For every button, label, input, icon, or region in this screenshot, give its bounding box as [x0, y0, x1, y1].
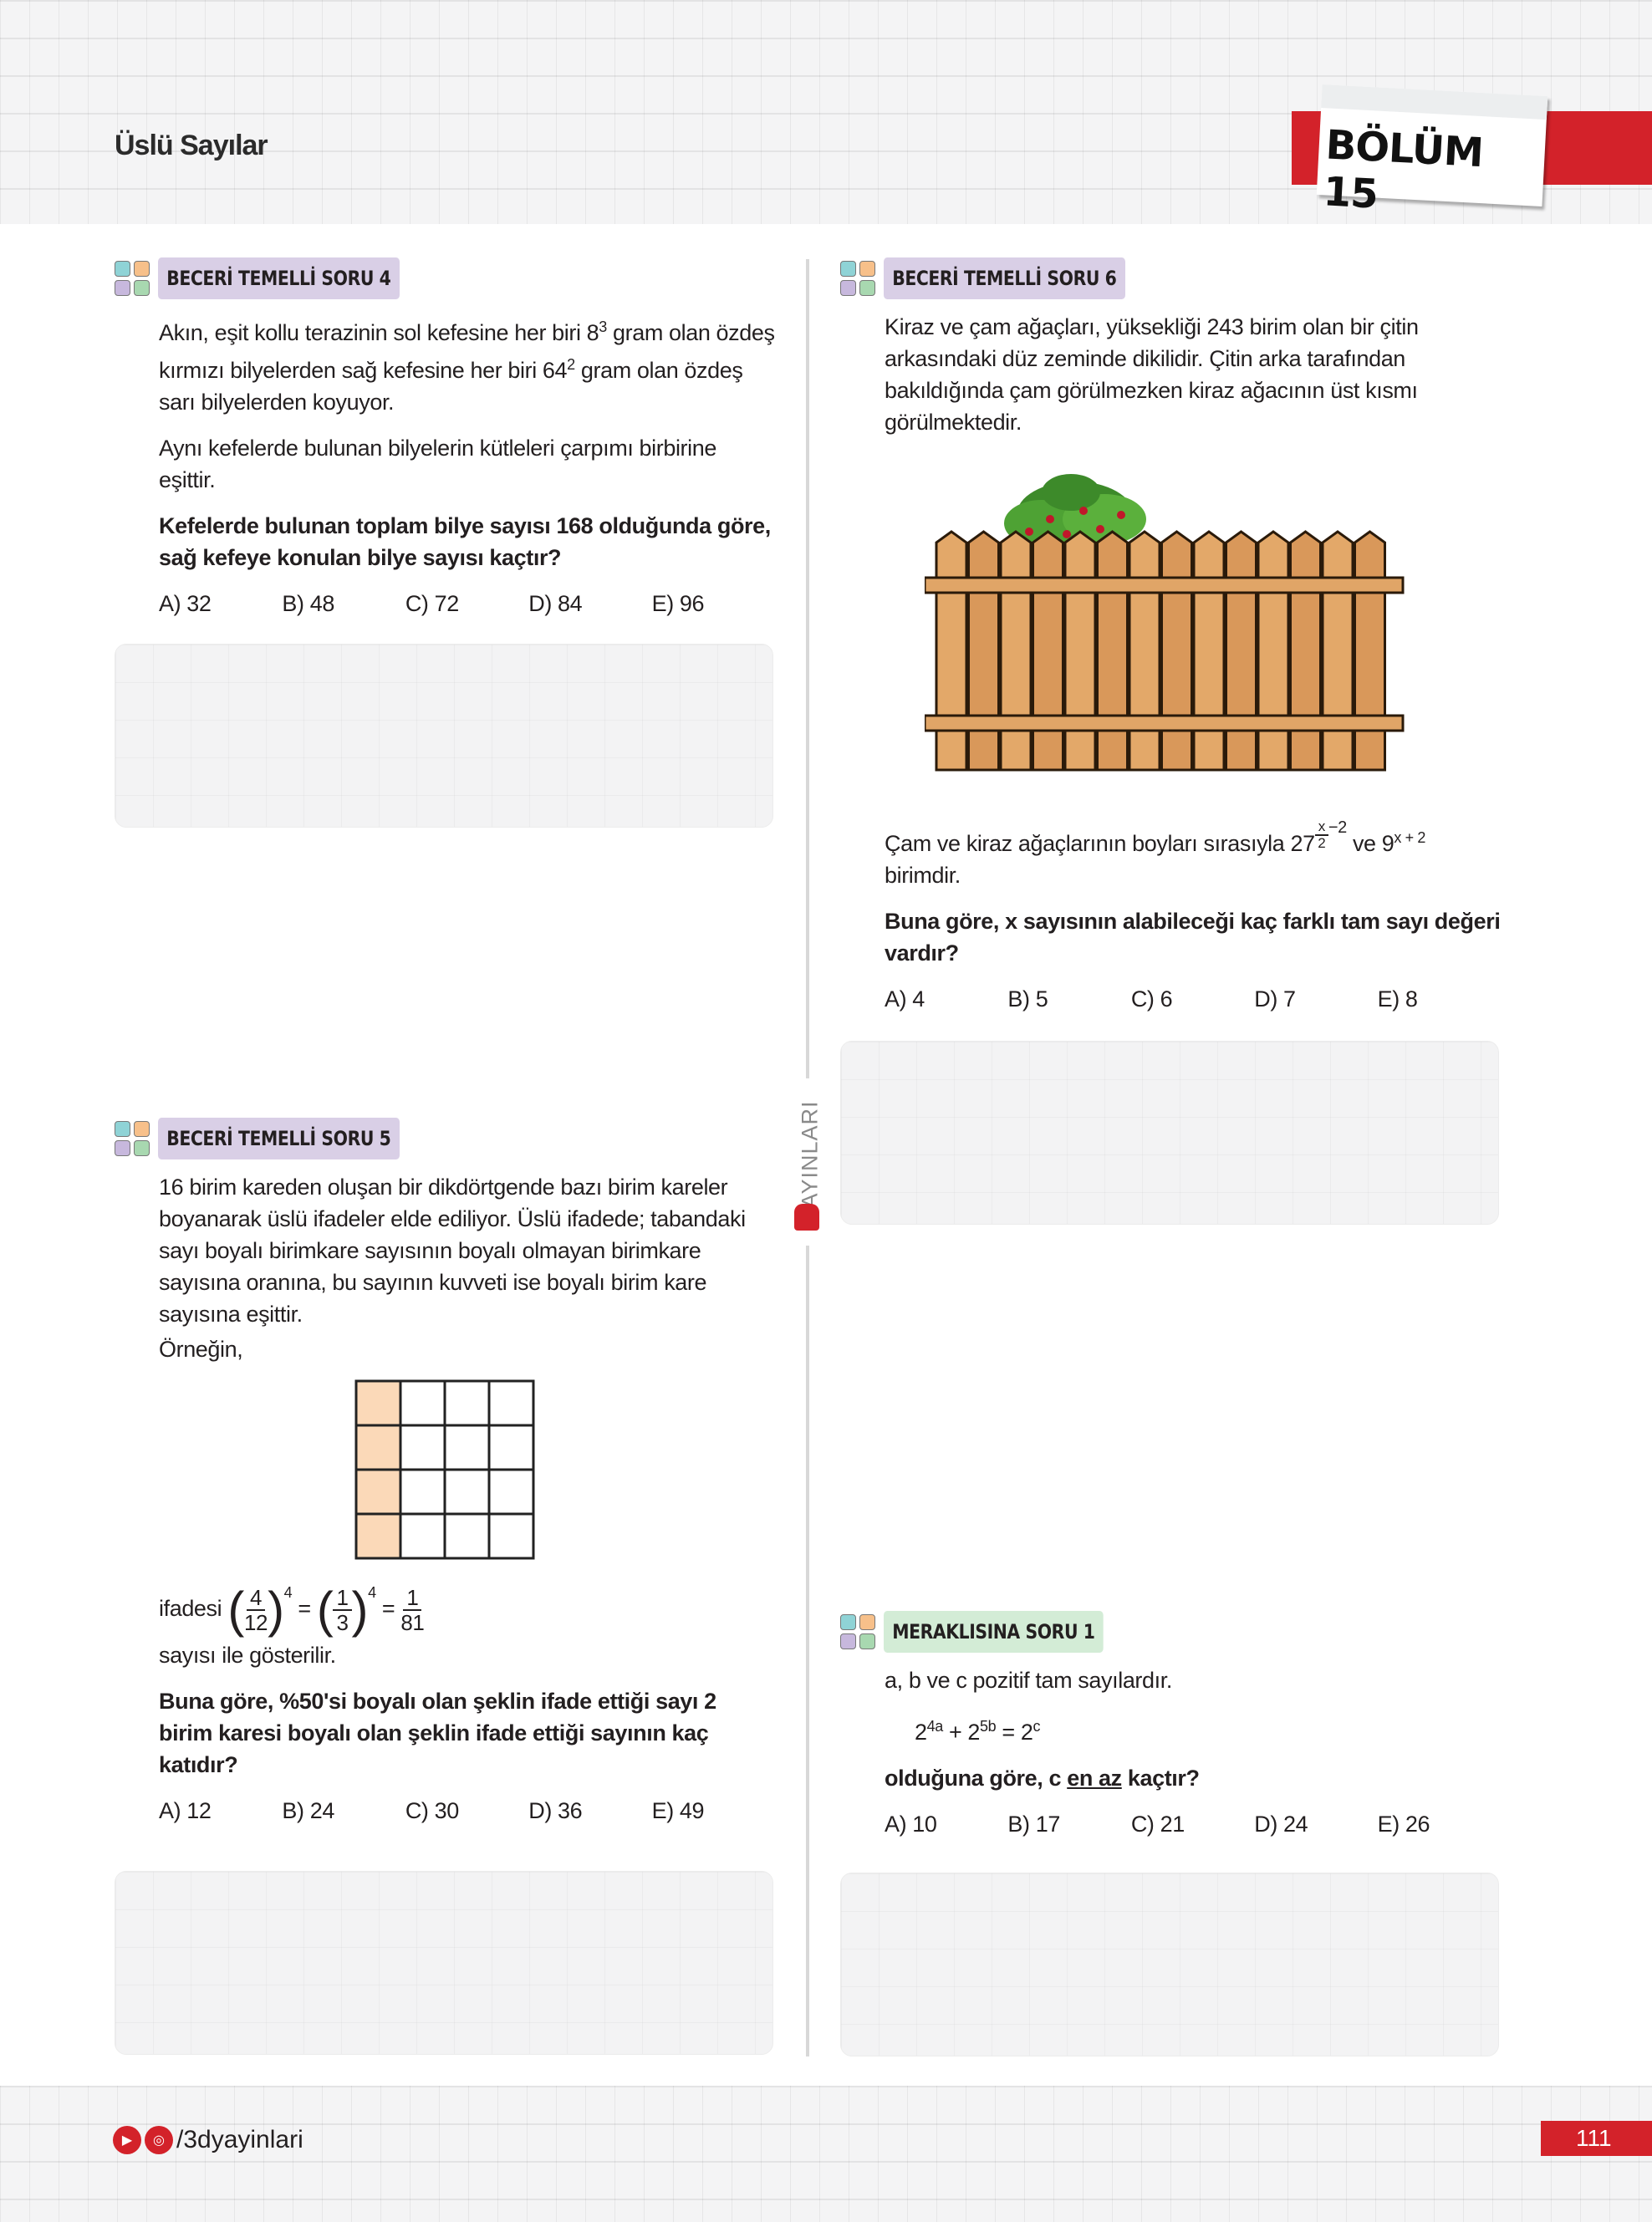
chapter-card: BÖLÜM 15 — [1316, 84, 1548, 218]
question-prompt: olduğuna göre, c en az kaçtır? — [885, 1766, 1200, 1791]
fence-plank — [1289, 530, 1322, 772]
grid-cell — [399, 1468, 446, 1516]
scratch-area[interactable] — [840, 1873, 1499, 2056]
answer-option[interactable]: E) 96 — [652, 588, 775, 619]
fence-plank — [1354, 530, 1386, 772]
question-text: Örneğin, — [159, 1337, 243, 1362]
social-handle[interactable]: ▶ ◎ /3dyayinlari — [113, 2126, 303, 2154]
shaded-cell — [354, 1424, 402, 1471]
question-label: BECERİ TEMELLİ SORU 4 — [158, 257, 400, 299]
question-text: Çam ve kiraz ağaçlarının boyları sırasıy… — [885, 818, 1425, 888]
answer-option[interactable]: B) 17 — [1007, 1808, 1130, 1840]
question-meraklisina-1: MERAKLISINA SORU 1 a, b ve c pozitif tam… — [840, 1611, 1501, 1840]
answer-option[interactable]: E) 26 — [1378, 1808, 1501, 1840]
question-text: Aynı kefelerde bulunan bilyelerin kütlel… — [159, 436, 716, 492]
answer-options: A) 10 B) 17 C) 21 D) 24 E) 26 — [885, 1808, 1501, 1840]
answer-option[interactable]: C) 21 — [1131, 1808, 1254, 1840]
question-text: sayısı ile gösterilir. — [159, 1642, 336, 1668]
grid-icon — [115, 1121, 150, 1156]
grid-cell — [443, 1424, 491, 1471]
shaded-cell — [354, 1379, 402, 1427]
answer-option[interactable]: A) 4 — [885, 983, 1007, 1015]
answer-option[interactable]: A) 10 — [885, 1808, 1007, 1840]
grid-icon — [115, 261, 150, 296]
example-grid — [354, 1379, 535, 1560]
shaded-cell — [354, 1512, 402, 1560]
fence-plank — [1192, 530, 1226, 772]
answer-option[interactable]: C) 72 — [405, 588, 528, 619]
scratch-area[interactable] — [115, 1871, 773, 2055]
question-prompt: Buna göre, %50'si boyalı olan şeklin ifa… — [159, 1688, 716, 1777]
fence-plank — [967, 530, 1000, 772]
answer-option[interactable]: B) 5 — [1007, 983, 1130, 1015]
scratch-area[interactable] — [840, 1041, 1499, 1225]
youtube-icon[interactable]: ▶ — [113, 2126, 141, 2154]
answer-options: A) 32 B) 48 C) 72 D) 84 E) 96 — [159, 588, 775, 619]
fence-plank — [999, 530, 1032, 772]
equation: 24a + 25b = 2c — [915, 1718, 1041, 1745]
grid-cell — [399, 1424, 446, 1471]
grid-cell — [399, 1512, 446, 1560]
publisher-logo-icon — [794, 1204, 819, 1231]
fence-plank — [1032, 530, 1064, 772]
answer-option[interactable]: B) 24 — [282, 1795, 405, 1827]
grid-cell — [487, 1468, 535, 1516]
publisher-mark: YAYINLARI — [788, 1078, 829, 1246]
fence-plank — [1321, 530, 1354, 772]
fence-plank — [1257, 530, 1290, 772]
answer-option[interactable]: E) 8 — [1378, 983, 1501, 1015]
grid-cell — [443, 1468, 491, 1516]
publisher-text: YAYINLARI — [797, 1100, 823, 1223]
grid-cell — [443, 1512, 491, 1560]
answer-option[interactable]: D) 36 — [528, 1795, 651, 1827]
answer-option[interactable]: B) 48 — [282, 588, 405, 619]
question-label: BECERİ TEMELLİ SORU 6 — [884, 257, 1125, 299]
fence-illustration — [925, 474, 1405, 772]
grid-cell — [443, 1379, 491, 1427]
question-text: Akın, eşit kollu terazinin sol kefesine … — [159, 319, 775, 415]
question-label: MERAKLISINA SORU 1 — [884, 1611, 1104, 1653]
scratch-area[interactable] — [115, 644, 773, 828]
question-label: BECERİ TEMELLİ SORU 5 — [158, 1118, 400, 1159]
question-prompt: Buna göre, x sayısının alabileceği kaç f… — [885, 909, 1501, 966]
grid-cell — [487, 1379, 535, 1427]
instagram-icon[interactable]: ◎ — [145, 2126, 173, 2154]
fence-plank — [1225, 530, 1257, 772]
page-title: Üslü Sayılar — [115, 130, 268, 161]
fence-plank — [1096, 530, 1129, 772]
answer-option[interactable]: D) 7 — [1254, 983, 1377, 1015]
question-prompt: Kefelerde bulunan toplam bilye sayısı 16… — [159, 513, 771, 570]
fence-plank — [1063, 530, 1097, 772]
grid-cell — [487, 1512, 535, 1560]
chapter-label: BÖLÜM 15 — [1322, 121, 1485, 218]
question-6: BECERİ TEMELLİ SORU 6 Kiraz ve çam ağaçl… — [840, 257, 1501, 1015]
question-text: 16 birim kareden oluşan bir dikdörtgende… — [159, 1175, 746, 1327]
answer-options: A) 12 B) 24 C) 30 D) 36 E) 49 — [159, 1795, 775, 1827]
answer-option[interactable]: D) 24 — [1254, 1808, 1377, 1840]
grid-icon — [840, 1614, 875, 1649]
question-4: BECERİ TEMELLİ SORU 4 Akın, eşit kollu t… — [115, 257, 775, 619]
question-text: Kiraz ve çam ağaçları, yüksekliği 243 bi… — [885, 314, 1419, 435]
answer-option[interactable]: A) 32 — [159, 588, 282, 619]
shaded-cell — [354, 1468, 402, 1516]
answer-option[interactable]: D) 84 — [528, 588, 651, 619]
answer-options: A) 4 B) 5 C) 6 D) 7 E) 8 — [885, 983, 1501, 1015]
grid-cell — [399, 1379, 446, 1427]
grid-icon — [840, 261, 875, 296]
question-text: a, b ve c pozitif tam sayılardır. — [885, 1668, 1172, 1693]
answer-option[interactable]: C) 6 — [1131, 983, 1254, 1015]
fence-plank — [1160, 530, 1193, 772]
answer-option[interactable]: A) 12 — [159, 1795, 282, 1827]
fence-plank — [1128, 530, 1161, 772]
page-header: Üslü Sayılar BÖLÜM 15 — [0, 0, 1652, 224]
answer-option[interactable]: C) 30 — [405, 1795, 528, 1827]
page-number: 111 — [1541, 2121, 1652, 2156]
grid-cell — [487, 1424, 535, 1471]
answer-option[interactable]: E) 49 — [652, 1795, 775, 1827]
question-5: BECERİ TEMELLİ SORU 5 16 birim kareden o… — [115, 1118, 775, 1827]
fence-plank — [935, 530, 968, 772]
example-formula: ifadesi (4 12)4 = (1 3)4 = 1 81 — [159, 1581, 425, 1638]
